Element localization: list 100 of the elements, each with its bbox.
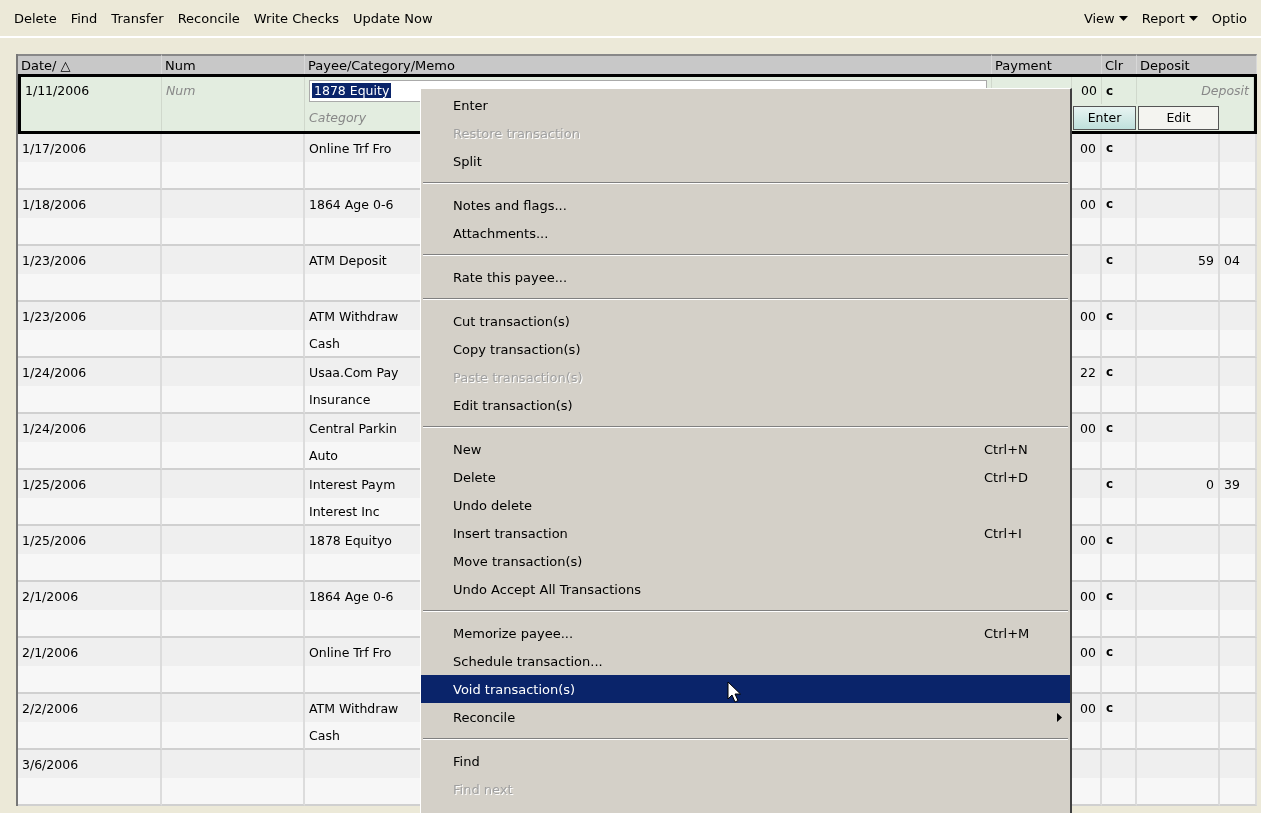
toolbar-menu-button[interactable]: Optio <box>1205 7 1253 29</box>
date-cell: 2/2/2006 <box>18 694 162 722</box>
table-cell <box>1220 554 1257 582</box>
table-cell <box>1102 610 1137 638</box>
payment-cell: 00 <box>1072 134 1102 162</box>
table-cell <box>1102 666 1137 694</box>
table-cell <box>1220 666 1257 694</box>
date-cell: 1/24/2006 <box>18 414 162 442</box>
table-cell <box>1220 218 1257 246</box>
table-cell <box>1102 554 1137 582</box>
date-cell: 1/11/2006 <box>21 77 162 104</box>
payment-cell <box>1072 470 1102 498</box>
table-cell <box>1220 610 1257 638</box>
cleared-cell: c <box>1102 470 1137 498</box>
payment-cell: 22 <box>1072 358 1102 386</box>
deposit-cents-cell <box>1220 358 1257 386</box>
toolbar-button[interactable]: Delete <box>8 7 63 29</box>
table-cell <box>1220 722 1257 750</box>
table-cell <box>1102 386 1137 414</box>
deposit-cell: 0 <box>1137 470 1220 498</box>
payment-cell: 00 <box>1072 190 1102 218</box>
cleared-cell: c <box>1102 414 1137 442</box>
date-cell: 1/25/2006 <box>18 470 162 498</box>
deposit-cents-cell: 04 <box>1220 246 1257 274</box>
table-cell <box>1102 778 1137 806</box>
toolbar-menu-button[interactable]: View <box>1077 7 1134 29</box>
date-cell: 1/24/2006 <box>18 358 162 386</box>
payment-cell: 00 <box>1072 694 1102 722</box>
menu-item[interactable]: Void transaction(s) <box>421 675 1070 703</box>
cleared-cell: c <box>1102 134 1137 162</box>
table-cell <box>1102 330 1137 358</box>
date-cell: 1/23/2006 <box>18 246 162 274</box>
cleared-cell: c <box>1102 694 1137 722</box>
date-cell: 2/1/2006 <box>18 638 162 666</box>
submenu-arrow-icon <box>1057 712 1062 722</box>
table-cell <box>1220 386 1257 414</box>
table-cell <box>1220 442 1257 470</box>
column-header[interactable]: Payment <box>992 54 1102 74</box>
register-button[interactable]: Enter <box>1073 105 1136 130</box>
column-header[interactable]: Date/ △ <box>18 54 162 74</box>
table-cell <box>1220 778 1257 806</box>
register-button[interactable]: Edit <box>1138 105 1219 130</box>
date-cell: 1/17/2006 <box>18 134 162 162</box>
deposit-cents-cell <box>1220 582 1257 610</box>
toolbar-button[interactable]: Write Checks <box>247 7 345 29</box>
table-cell <box>1220 330 1257 358</box>
table-cell <box>1102 722 1137 750</box>
cleared-cell: c <box>1102 526 1137 554</box>
deposit-cents-cell <box>1220 526 1257 554</box>
cleared-cell: c <box>1102 358 1137 386</box>
payment-cell: 00 <box>1072 526 1102 554</box>
column-header[interactable]: Clr <box>1102 54 1137 74</box>
cleared-cell: c <box>1102 190 1137 218</box>
table-cell <box>1102 274 1137 302</box>
date-cell: 3/6/2006 <box>18 750 162 778</box>
cleared-cell: c <box>1102 302 1137 330</box>
column-header[interactable]: Deposit <box>1137 54 1257 74</box>
table-cell <box>1102 498 1137 526</box>
cleared-cell <box>1102 750 1137 778</box>
toolbar-button[interactable]: Reconcile <box>171 7 246 29</box>
table-cell <box>1220 274 1257 302</box>
payment-cell: 00 <box>1072 582 1102 610</box>
date-cell: 1/18/2006 <box>18 190 162 218</box>
cleared-cell: c <box>1102 246 1137 274</box>
column-header[interactable]: Num <box>162 54 305 74</box>
cleared-cell: c <box>1102 638 1137 666</box>
deposit-cents-cell <box>1220 750 1257 778</box>
payment-cell <box>1072 750 1102 778</box>
deposit-cents-cell <box>1220 134 1257 162</box>
deposit-cell: 59 <box>1137 246 1220 274</box>
table-cell <box>1102 218 1137 246</box>
menu-item[interactable]: Attachments... <box>421 219 1070 247</box>
toolbar-button[interactable]: Update Now <box>347 7 439 29</box>
cursor-icon <box>727 681 741 703</box>
column-header[interactable]: Payee/Category/Memo <box>305 54 992 74</box>
caret-icon <box>1188 15 1198 21</box>
cleared-cell: c <box>1102 77 1137 104</box>
payment-cell: 00 <box>1072 638 1102 666</box>
date-cell: 1/23/2006 <box>18 302 162 330</box>
table-cell <box>1102 442 1137 470</box>
payment-cell: 00 <box>1072 302 1102 330</box>
deposit-cents-cell <box>1220 414 1257 442</box>
deposit-cents-cell <box>1220 190 1257 218</box>
toolbar-button[interactable]: Transfer <box>105 7 170 29</box>
toolbar-menu-button[interactable]: Report <box>1135 7 1204 29</box>
table-cell <box>1220 498 1257 526</box>
menu-item[interactable]: Find <box>421 747 1070 775</box>
cleared-cell: c <box>1102 582 1137 610</box>
table-cell <box>1102 162 1137 190</box>
toolbar-button[interactable]: Find <box>64 7 104 29</box>
deposit-cents-cell <box>1220 694 1257 722</box>
caret-icon <box>1118 15 1128 21</box>
deposit-cents-cell <box>1220 638 1257 666</box>
deposit-cents-cell <box>1220 302 1257 330</box>
menu-item[interactable]: Enter <box>421 91 1070 119</box>
payment-cell: 00 <box>1072 414 1102 442</box>
date-cell: 1/25/2006 <box>18 526 162 554</box>
deposit-cents-cell: 39 <box>1220 470 1257 498</box>
payment-cell <box>1072 246 1102 274</box>
table-cell <box>1220 162 1257 190</box>
